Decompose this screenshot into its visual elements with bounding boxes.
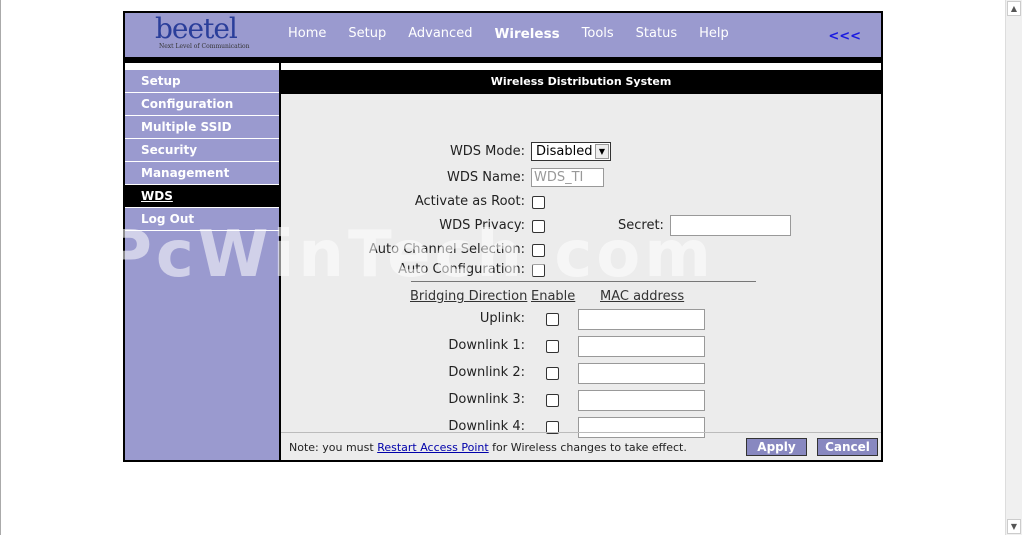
activate-root-label: Activate as Root: xyxy=(414,194,525,209)
sidebar-item-configuration[interactable]: Configuration xyxy=(125,93,279,116)
sidebar-item-management[interactable]: Management xyxy=(125,162,279,185)
sidebar-item-setup[interactable]: Setup xyxy=(125,70,279,93)
cancel-button[interactable]: Cancel xyxy=(817,438,878,456)
downlink1-enable-checkbox[interactable] xyxy=(546,340,559,353)
downlink3-mac-input[interactable] xyxy=(578,390,705,411)
watermark: PcWinTech.com xyxy=(105,218,715,292)
restart-access-point-link[interactable]: Restart Access Point xyxy=(377,441,489,454)
uplink-label: Uplink: xyxy=(479,311,525,326)
beetel-logo: beetel Next Level of Communication xyxy=(155,15,255,55)
note-prefix: Note: you must xyxy=(289,441,378,454)
wds-mode-label: WDS Mode: xyxy=(449,144,525,159)
downlink1-mac-input[interactable] xyxy=(578,336,705,357)
wds-mode-value: Disabled xyxy=(536,144,593,159)
nav-help[interactable]: Help xyxy=(699,26,729,42)
uplink-mac-input[interactable] xyxy=(578,309,705,330)
header-bar: beetel Next Level of Communication Home … xyxy=(125,13,881,57)
uplink-enable-checkbox[interactable] xyxy=(546,313,559,326)
note-suffix: for Wireless changes to take effect. xyxy=(488,441,687,454)
scroll-down-icon[interactable]: ▼ xyxy=(1007,519,1021,534)
chevron-down-icon[interactable]: ▼ xyxy=(595,144,609,159)
apply-button[interactable]: Apply xyxy=(746,438,807,456)
nav-status[interactable]: Status xyxy=(636,26,677,42)
wds-name-input[interactable]: WDS_TI xyxy=(531,168,604,187)
logo-tagline: Next Level of Communication xyxy=(159,43,250,50)
header-divider xyxy=(125,57,881,63)
downlink2-mac-input[interactable] xyxy=(578,363,705,384)
sidebar-item-multiple-ssid[interactable]: Multiple SSID xyxy=(125,116,279,139)
vertical-scrollbar[interactable]: ▲ ▼ xyxy=(1005,0,1022,535)
nav-tools[interactable]: Tools xyxy=(582,26,614,42)
collapse-menu-link[interactable]: <<< xyxy=(828,29,861,44)
nav-setup[interactable]: Setup xyxy=(348,26,386,42)
wds-name-label: WDS Name: xyxy=(447,170,525,185)
sidebar-item-wds[interactable]: WDS xyxy=(125,185,279,208)
nav-home[interactable]: Home xyxy=(288,26,326,42)
footer-note: Note: you must Restart Access Point for … xyxy=(289,441,687,454)
nav-advanced[interactable]: Advanced xyxy=(408,26,472,42)
wds-mode-select[interactable]: Disabled ▼ xyxy=(531,142,611,161)
downlink3-enable-checkbox[interactable] xyxy=(546,394,559,407)
downlink2-label: Downlink 2: xyxy=(448,365,525,380)
footer-bar: Note: you must Restart Access Point for … xyxy=(281,432,881,461)
nav-wireless[interactable]: Wireless xyxy=(494,26,559,42)
scroll-up-icon[interactable]: ▲ xyxy=(1007,1,1021,16)
activate-root-checkbox[interactable] xyxy=(532,196,545,209)
downlink3-label: Downlink 3: xyxy=(448,392,525,407)
downlink1-label: Downlink 1: xyxy=(448,338,525,353)
top-nav: Home Setup Advanced Wireless Tools Statu… xyxy=(288,26,751,42)
logo-text: beetel xyxy=(155,12,238,45)
sidebar-item-security[interactable]: Security xyxy=(125,139,279,162)
downlink2-enable-checkbox[interactable] xyxy=(546,367,559,380)
page-title: Wireless Distribution System xyxy=(281,70,881,94)
